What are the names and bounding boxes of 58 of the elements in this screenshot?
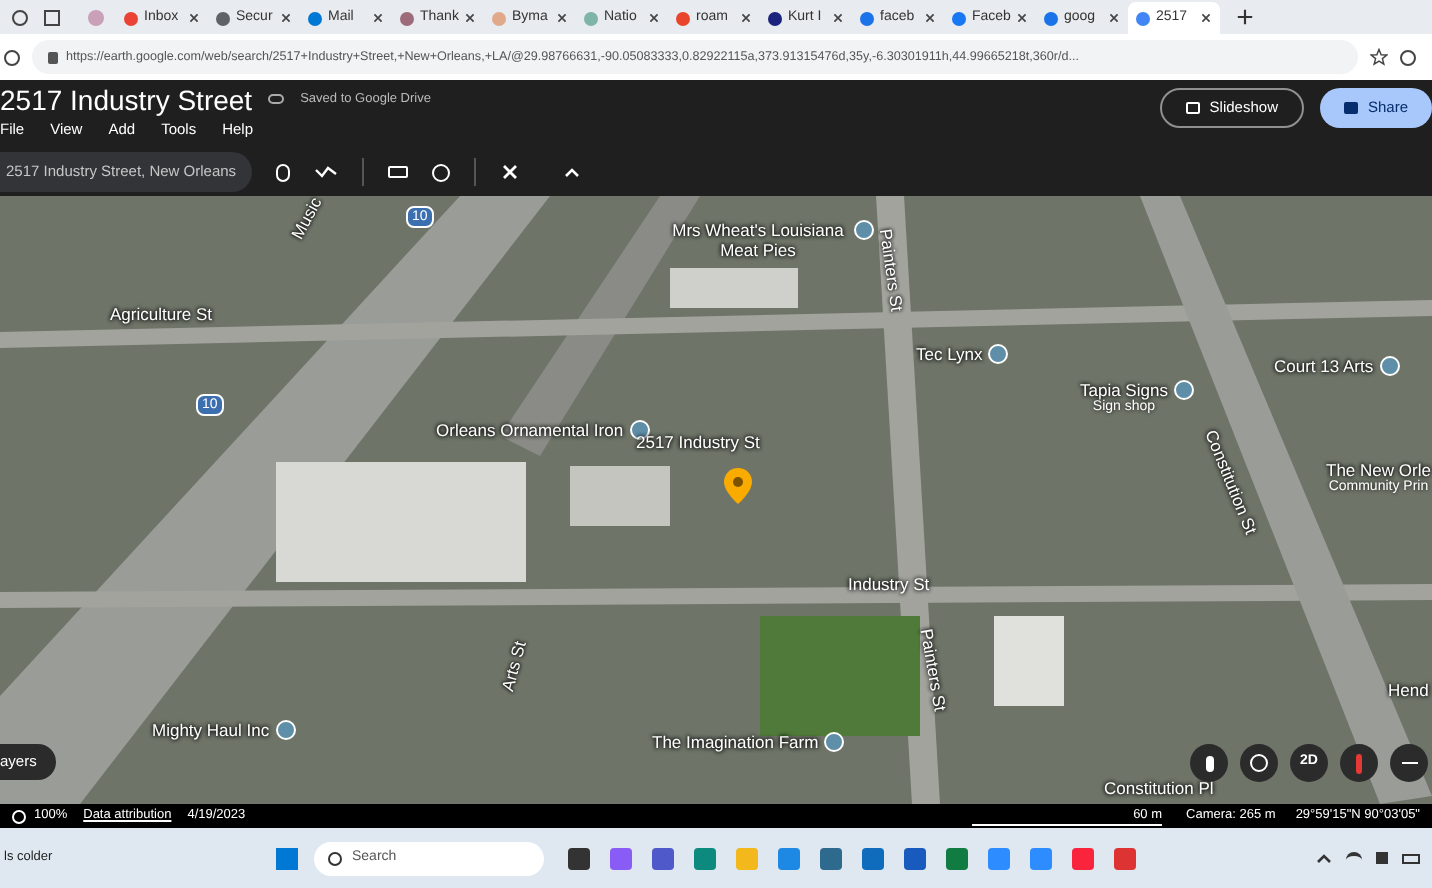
- street-label: Industry St: [848, 574, 930, 594]
- satellite-map[interactable]: [0, 196, 1432, 804]
- street-label: Constitution Pl: [1104, 778, 1214, 798]
- close-icon[interactable]: [556, 12, 568, 24]
- rotate-button[interactable]: [1240, 744, 1278, 782]
- star-icon[interactable]: [1370, 48, 1388, 66]
- close-icon[interactable]: [1016, 12, 1029, 24]
- close-icon[interactable]: [372, 12, 384, 24]
- new-tab-icon[interactable]: [1236, 8, 1254, 26]
- close-icon[interactable]: [188, 12, 200, 24]
- close-icon[interactable]: [648, 12, 660, 24]
- battery-icon[interactable]: [1402, 853, 1420, 863]
- close-icon[interactable]: [280, 12, 292, 24]
- document-title: 2517 Industry Street: [0, 85, 253, 113]
- place-label: Mrs Wheat's Louisiana Meat Pies: [670, 220, 846, 260]
- app-icon[interactable]: [862, 847, 884, 869]
- minus-icon: [1401, 761, 1417, 765]
- tabs-icon[interactable]: [44, 9, 60, 25]
- map-pin-icon: [629, 420, 650, 440]
- street-label: Painters St: [916, 627, 951, 713]
- close-icon[interactable]: [464, 12, 477, 24]
- close-icon[interactable]: [924, 12, 936, 24]
- close-icon[interactable]: [740, 12, 752, 24]
- map-pin-icon: [988, 344, 1009, 364]
- map-pin-icon: [1173, 380, 1194, 400]
- close-icon[interactable]: [832, 12, 844, 24]
- place-label: Mighty Haul Inc: [152, 720, 270, 740]
- place-label: Tapia Signs: [1080, 380, 1168, 400]
- street-label: Arts St: [497, 638, 530, 694]
- map-pin-icon: [854, 220, 874, 240]
- street-label: Agriculture St: [110, 304, 213, 324]
- building-roof: [670, 268, 798, 308]
- app-icon[interactable]: [820, 847, 842, 869]
- place-label: Tec Lynx: [916, 344, 983, 364]
- app-icon[interactable]: [904, 847, 926, 869]
- building-roof: [994, 616, 1064, 706]
- street-view-button[interactable]: [1190, 744, 1228, 782]
- map-pin-icon: [824, 732, 845, 752]
- street-label: Painters St: [875, 227, 908, 313]
- map-pin-icon: [275, 720, 296, 740]
- close-icon[interactable]: [1108, 12, 1120, 24]
- place-label: Orleans Ornamental Iron: [436, 420, 624, 440]
- collapse-icon[interactable]: [564, 166, 580, 178]
- map-pin-icon: [1379, 356, 1400, 376]
- path-icon[interactable]: [314, 164, 338, 180]
- compass-button[interactable]: [1340, 744, 1378, 782]
- place-label: 2517 Industry St: [636, 432, 760, 452]
- app-icon[interactable]: [652, 847, 674, 869]
- place-label: Court 13 Arts: [1274, 356, 1374, 376]
- place-label: The Imagination Farm: [652, 732, 819, 752]
- location-pin-icon: [723, 468, 752, 504]
- place-label: The New Orle: [1326, 460, 1431, 480]
- building-roof: [570, 466, 670, 526]
- close-icon[interactable]: [1200, 12, 1212, 24]
- place-label: Hend: [1388, 680, 1429, 700]
- compass-needle-icon: [1356, 753, 1362, 773]
- app-icon[interactable]: [568, 847, 590, 869]
- chevron-up-icon[interactable]: [1316, 852, 1332, 864]
